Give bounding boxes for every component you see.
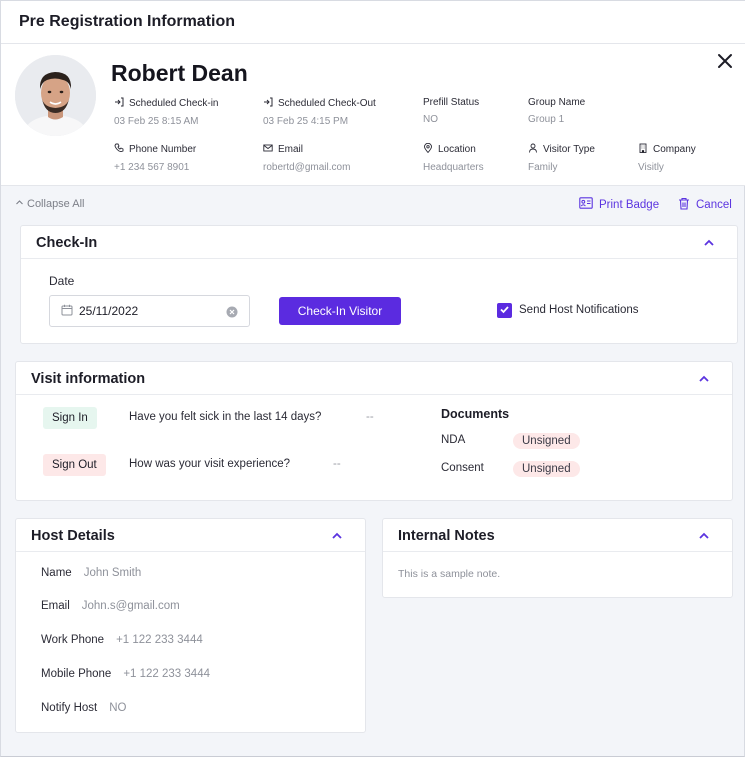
checkin-title: Check-In [36, 235, 98, 251]
close-icon[interactable] [714, 50, 736, 72]
chevron-up-icon[interactable] [703, 236, 715, 248]
date-label: Date [49, 274, 75, 288]
company-field: Company Visitly [638, 143, 696, 173]
internal-note-text: This is a sample note. [398, 568, 501, 580]
clear-icon[interactable] [226, 306, 238, 318]
dialog: Pre Registration Information Robert Dean… [0, 0, 745, 757]
cancel-button[interactable]: Cancel [678, 197, 732, 213]
chevron-up-icon [15, 198, 24, 210]
internal-notes-header: Internal Notes [383, 519, 732, 552]
phone-number-field: Phone Number +1 234 567 8901 [114, 143, 197, 173]
answer-text: -- [333, 458, 341, 470]
building-icon [638, 143, 648, 156]
checkin-visitor-button[interactable]: Check-In Visitor [279, 297, 401, 325]
email-field: Email robertd@gmail.com [263, 143, 351, 173]
sign-out-tag: Sign Out [43, 454, 106, 476]
dialog-title: Pre Registration Information [19, 13, 236, 30]
host-email-row: Email John.s@gmail.com [41, 600, 180, 612]
host-notify-row: Notify Host NO [41, 702, 127, 714]
visit-information-title: Visit information [31, 371, 146, 387]
scheduled-checkout-field: Scheduled Check-Out 03 Feb 25 4:15 PM [263, 97, 376, 127]
checkmark-icon [499, 302, 510, 320]
chevron-up-icon[interactable] [698, 372, 710, 384]
host-details-header: Host Details [16, 519, 365, 552]
visitor-type-field: Visitor Type Family [528, 143, 595, 173]
print-badge-button[interactable]: Print Badge [579, 197, 659, 212]
visitor-profile: Robert Dean Scheduled Check-in 03 Feb 25… [1, 44, 745, 186]
host-details-title: Host Details [31, 528, 115, 544]
send-host-notifications-checkbox[interactable] [497, 303, 512, 318]
send-host-notifications-label: Send Host Notifications [519, 304, 639, 316]
host-name-row: Name John Smith [41, 567, 142, 579]
dialog-header: Pre Registration Information [1, 1, 745, 44]
document-name: Consent [441, 462, 484, 474]
chevron-up-icon[interactable] [698, 529, 710, 541]
host-work-phone-row: Work Phone +1 122 233 3444 [41, 634, 203, 646]
user-icon [528, 143, 538, 156]
host-details-card: Host Details Name John Smith Email John.s@… [15, 518, 366, 733]
checkin-card: Check-In Date 25/11/2022 Check-In Visito… [20, 225, 738, 344]
section-toolbar: Collapse All Print Badge Cancel [1, 197, 745, 215]
sign-in-tag: Sign In [43, 407, 97, 429]
host-mobile-phone-row: Mobile Phone +1 122 233 3444 [41, 668, 210, 680]
question-text: Have you felt sick in the last 14 days? [129, 411, 322, 423]
collapse-all-button[interactable]: Collapse All [15, 198, 84, 210]
scheduled-checkin-field: Scheduled Check-in 03 Feb 25 8:15 AM [114, 97, 219, 127]
chevron-up-icon[interactable] [331, 529, 343, 541]
checkin-card-header: Check-In [21, 226, 737, 259]
date-value: 25/11/2022 [79, 304, 139, 318]
document-name: NDA [441, 434, 466, 446]
login-arrow-icon [263, 97, 273, 110]
location-field: Location Headquarters [423, 142, 484, 173]
calendar-icon [61, 304, 73, 319]
answer-text: -- [366, 411, 374, 423]
date-input[interactable]: 25/11/2022 [49, 295, 250, 327]
id-badge-icon [579, 197, 593, 212]
visit-information-card: Visit information Sign In Have you felt … [15, 361, 733, 501]
mail-icon [263, 143, 273, 156]
internal-notes-card: Internal Notes This is a sample note. [382, 518, 733, 598]
documents-title: Documents [441, 407, 510, 421]
prefill-status-field: Prefill Status NO [423, 97, 480, 125]
question-text: How was your visit experience? [129, 458, 291, 470]
trash-icon [678, 197, 690, 213]
phone-icon [114, 143, 124, 156]
document-status-badge: Unsigned [513, 461, 580, 477]
document-status-badge: Unsigned [513, 433, 580, 449]
avatar [15, 55, 96, 136]
login-arrow-icon [114, 97, 124, 110]
visitor-name: Robert Dean [111, 60, 248, 86]
internal-notes-title: Internal Notes [398, 528, 495, 544]
visit-information-header: Visit information [16, 362, 732, 395]
group-name-field: Group Name Group 1 [528, 97, 586, 125]
location-pin-icon [423, 142, 433, 156]
